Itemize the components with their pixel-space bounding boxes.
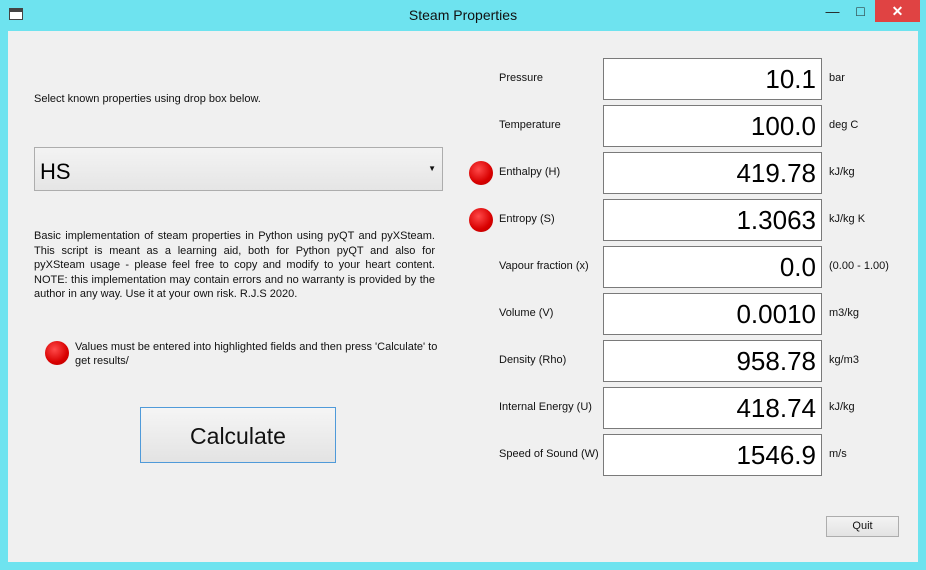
instruction-note: Values must be entered into highlighted … <box>75 341 438 367</box>
enthalpy-field[interactable]: 419.78 <box>603 152 822 194</box>
property-row-temperature: Temperature 100.0 deg C <box>467 105 912 147</box>
internal-energy-label: Internal Energy (U) <box>499 401 592 413</box>
dropdown-selected-value: HS <box>40 159 71 184</box>
volume-unit: m3/kg <box>829 307 859 319</box>
temperature-unit: deg C <box>829 119 859 131</box>
speed-of-sound-unit: m/s <box>829 448 847 460</box>
vapour-fraction-unit: (0.00 - 1.00) <box>829 260 889 272</box>
density-field[interactable]: 958.78 <box>603 340 822 382</box>
entropy-unit: kJ/kg K <box>829 213 866 225</box>
pressure-unit: bar <box>829 72 845 84</box>
quit-button[interactable]: Quit <box>826 516 899 537</box>
property-row-pressure: Pressure 10.1 bar <box>467 58 912 100</box>
enthalpy-unit: kJ/kg <box>829 166 855 178</box>
density-unit: kg/m3 <box>829 354 859 366</box>
internal-energy-unit: kJ/kg <box>829 401 855 413</box>
title-bar[interactable]: Steam Properties — □ ✕ <box>0 0 926 31</box>
close-button[interactable]: ✕ <box>875 0 920 22</box>
volume-label: Volume (V) <box>499 307 554 319</box>
red-indicator-icon <box>469 161 493 185</box>
description-text: Basic implementation of steam properties… <box>34 230 435 300</box>
density-label: Density (Rho) <box>499 354 567 366</box>
property-row-vapour-fraction: Vapour fraction (x) 0.0 (0.00 - 1.00) <box>467 246 912 288</box>
temperature-field[interactable]: 100.0 <box>603 105 822 147</box>
vapour-fraction-label: Vapour fraction (x) <box>499 260 589 272</box>
entropy-label: Entropy (S) <box>499 213 555 225</box>
window-title: Steam Properties <box>408 7 518 23</box>
maximize-button[interactable]: □ <box>847 0 874 22</box>
red-indicator-icon <box>469 208 493 232</box>
speed-of-sound-field[interactable]: 1546.9 <box>603 434 822 476</box>
entropy-field[interactable]: 1.3063 <box>603 199 822 241</box>
temperature-label: Temperature <box>499 119 561 131</box>
vapour-fraction-field[interactable]: 0.0 <box>603 246 822 288</box>
enthalpy-label: Enthalpy (H) <box>499 166 561 178</box>
property-row-internal-energy: Internal Energy (U) 418.74 kJ/kg <box>467 387 912 429</box>
pressure-field[interactable]: 10.1 <box>603 58 822 100</box>
property-row-entropy: Entropy (S) 1.3063 kJ/kg K <box>467 199 912 241</box>
property-row-speed-of-sound: Speed of Sound (W) 1546.9 m/s <box>467 434 912 476</box>
speed-of-sound-label: Speed of Sound (W) <box>499 448 599 460</box>
known-properties-dropdown[interactable]: HS ▼ <box>34 147 443 191</box>
internal-energy-field[interactable]: 418.74 <box>603 387 822 429</box>
volume-field[interactable]: 0.0010 <box>603 293 822 335</box>
calculate-button[interactable]: Calculate <box>140 407 336 463</box>
minimize-button[interactable]: — <box>819 0 846 22</box>
property-row-enthalpy: Enthalpy (H) 419.78 kJ/kg <box>467 152 912 194</box>
pressure-label: Pressure <box>499 72 544 84</box>
property-row-volume: Volume (V) 0.0010 m3/kg <box>467 293 912 335</box>
chevron-down-icon[interactable]: ▼ <box>428 164 436 173</box>
property-row-density: Density (Rho) 958.78 kg/m3 <box>467 340 912 382</box>
main-panel: Select known properties using drop box b… <box>8 31 918 562</box>
select-instruction: Select known properties using drop box b… <box>34 93 261 105</box>
red-indicator-icon <box>45 341 69 365</box>
